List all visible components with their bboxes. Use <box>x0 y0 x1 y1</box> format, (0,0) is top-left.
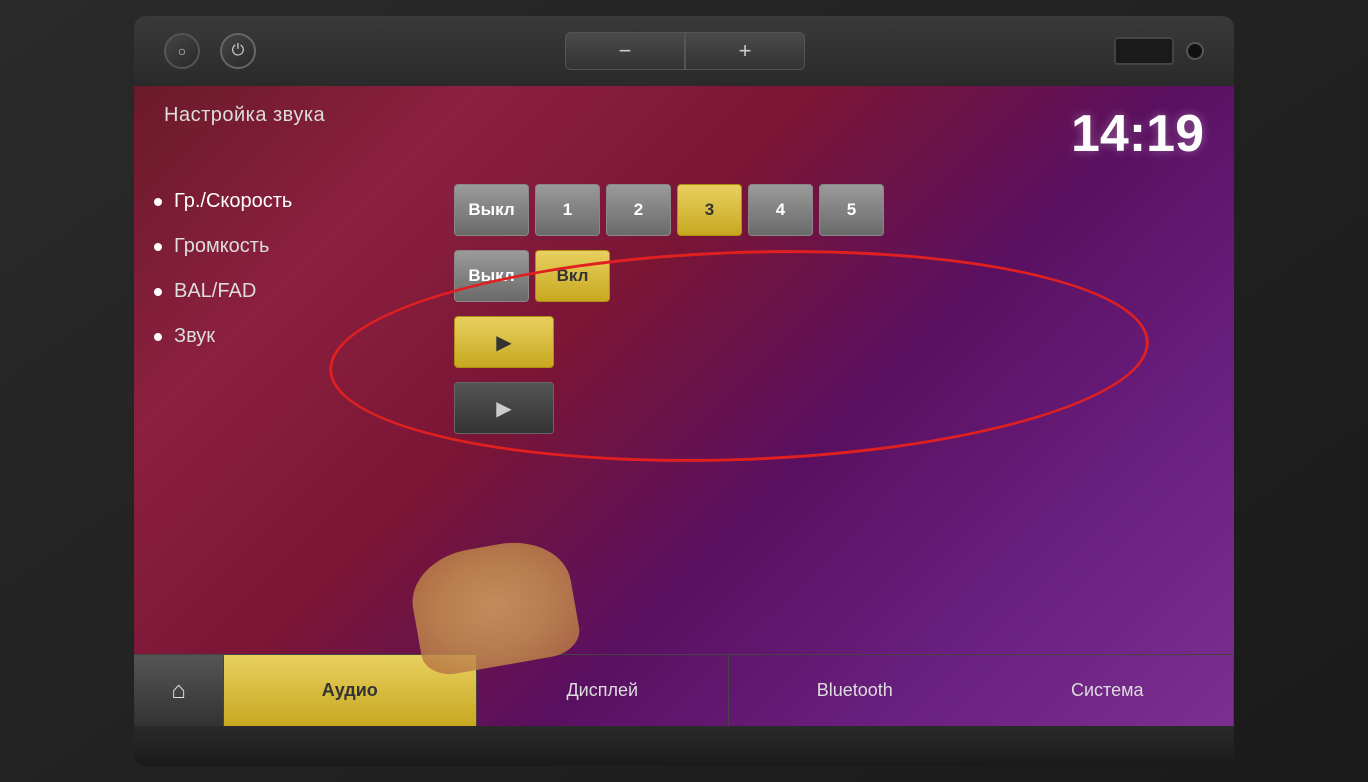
speed-2-button[interactable]: 2 <box>606 184 671 236</box>
top-bar-left: ○ ⏻ <box>164 33 256 69</box>
speed-5-button[interactable]: 5 <box>819 184 884 236</box>
device-outer: ○ ⏻ − + Настройка звука 14:19 <box>0 0 1368 782</box>
menu-item-volume[interactable]: Громкость <box>154 229 434 264</box>
play-row-1: ▶ <box>454 316 1214 368</box>
screen-header: Настройка звука 14:19 <box>134 86 1234 174</box>
volume-off-button[interactable]: Выкл <box>454 250 529 302</box>
menu-label-sound: Звук <box>174 325 215 348</box>
top-bar-center: − + <box>565 32 805 70</box>
menu-dot <box>154 333 162 341</box>
headphone-port <box>1186 42 1204 60</box>
speed-control-row: Выкл 1 2 3 4 5 <box>454 184 1214 236</box>
screen-title: Настройка звука <box>164 104 325 127</box>
screen-time: 14:19 <box>1071 104 1204 164</box>
minus-button[interactable]: − <box>565 32 685 70</box>
menu-item-sound[interactable]: Звук <box>154 319 434 354</box>
power-button[interactable]: ⏻ <box>220 33 256 69</box>
menu-label-volume: Громкость <box>174 235 269 258</box>
speed-1-button[interactable]: 1 <box>535 184 600 236</box>
play-button-1[interactable]: ▶ <box>454 316 554 368</box>
connector-port <box>1114 37 1174 65</box>
speed-3-button[interactable]: 3 <box>677 184 742 236</box>
nav-tab-audio-label: Аудио <box>322 680 378 701</box>
menu-label-balfad: BAL/FAD <box>174 280 256 303</box>
top-bar-right <box>1114 37 1204 65</box>
nav-tab-bluetooth-label: Bluetooth <box>817 680 893 701</box>
nav-tab-system-label: Система <box>1071 680 1144 701</box>
nav-tab-display[interactable]: Дисплей <box>477 655 730 726</box>
home-icon: ⌂ <box>171 677 186 705</box>
menu-label-speed: Гр./Скорость <box>174 190 292 213</box>
play-button-2[interactable]: ▶ <box>454 382 554 434</box>
speed-4-button[interactable]: 4 <box>748 184 813 236</box>
screen: Настройка звука 14:19 Гр./Скорость Громк… <box>134 86 1234 726</box>
volume-control-row: Выкл Вкл <box>454 250 1214 302</box>
plus-button[interactable]: + <box>685 32 805 70</box>
home-button[interactable]: ⌂ <box>134 655 224 726</box>
nav-tab-bluetooth[interactable]: Bluetooth <box>729 655 982 726</box>
left-menu: Гр./Скорость Громкость BAL/FAD Звук <box>154 174 434 654</box>
play-icon-1: ▶ <box>496 330 511 355</box>
circle-button[interactable]: ○ <box>164 33 200 69</box>
top-hardware-bar: ○ ⏻ − + <box>134 16 1234 86</box>
screen-content: Гр./Скорость Громкость BAL/FAD Звук <box>134 174 1234 654</box>
bottom-hardware-bar <box>134 726 1234 766</box>
menu-item-speed[interactable]: Гр./Скорость <box>154 184 434 219</box>
menu-dot <box>154 288 162 296</box>
screen-nav: ⌂ Аудио Дисплей Bluetooth Система <box>134 654 1234 726</box>
menu-dot <box>154 198 162 206</box>
speed-off-button[interactable]: Выкл <box>454 184 529 236</box>
screen-wrapper: Настройка звука 14:19 Гр./Скорость Громк… <box>134 86 1234 726</box>
play-row-2: ▶ <box>454 382 1214 434</box>
menu-dot <box>154 243 162 251</box>
nav-tab-display-label: Дисплей <box>566 680 638 701</box>
menu-item-balfad[interactable]: BAL/FAD <box>154 274 434 309</box>
volume-on-button[interactable]: Вкл <box>535 250 610 302</box>
nav-tab-system[interactable]: Система <box>982 655 1235 726</box>
play-icon-2: ▶ <box>496 396 511 421</box>
